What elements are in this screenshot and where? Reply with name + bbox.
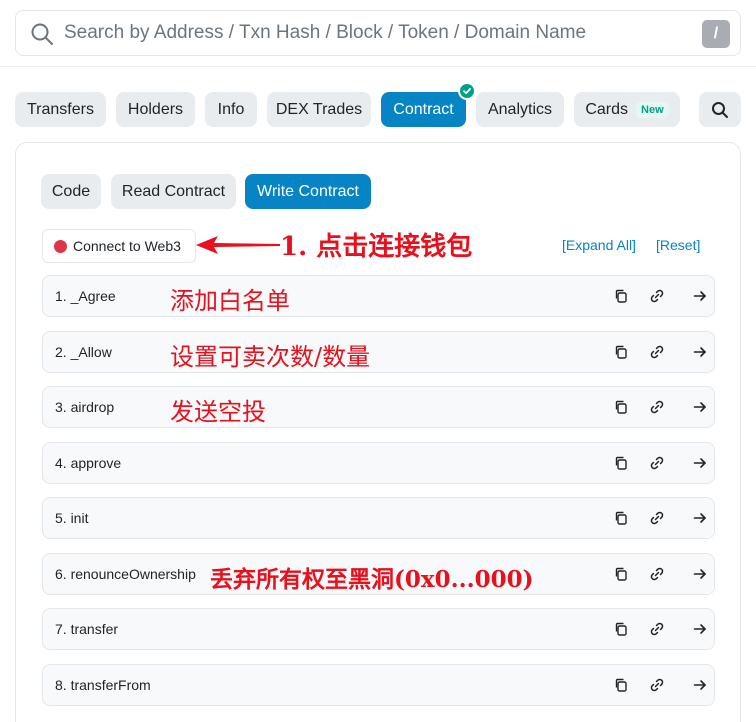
tab-search-button[interactable] (699, 92, 741, 127)
link-icon[interactable] (649, 399, 665, 415)
function-row[interactable]: 2. _Allow (42, 331, 715, 373)
arrow-right-icon[interactable] (692, 288, 708, 304)
arrow-right-icon[interactable] (692, 677, 708, 693)
function-row[interactable]: 3. airdrop (42, 386, 715, 428)
subtab-label: Code (51, 182, 91, 200)
copy-icon[interactable] (613, 399, 629, 415)
tab-label: Transfers (27, 100, 94, 118)
link-icon[interactable] (649, 344, 665, 360)
tab-dex-trades[interactable]: DEX Trades (267, 92, 371, 127)
function-label: 6. renounceOwnership (55, 566, 196, 582)
connect-web3-button[interactable]: Connect to Web3 (42, 229, 196, 263)
tab-label: Info (217, 100, 245, 118)
copy-icon[interactable] (613, 677, 629, 693)
arrow-right-icon[interactable] (692, 510, 708, 526)
expand-all-link[interactable]: [Expand All] (562, 237, 636, 253)
function-row[interactable]: 7. transfer (42, 608, 715, 650)
function-label: 3. airdrop (55, 399, 115, 415)
arrow-right-icon[interactable] (692, 455, 708, 471)
annotation-airdrop: 发送空投 (170, 398, 266, 426)
search-icon (31, 23, 53, 45)
tab-contract[interactable]: Contract (381, 82, 476, 127)
function-row[interactable]: 4. approve (42, 442, 715, 484)
function-label: 1. _Agree (55, 288, 116, 304)
link-icon[interactable] (649, 677, 665, 693)
link-icon[interactable] (649, 455, 665, 471)
arrow-right-icon[interactable] (692, 399, 708, 415)
tab-cards[interactable]: Cards New (574, 92, 680, 127)
annotation-allow: 设置可卖次数/数量 (170, 343, 371, 371)
header-divider (0, 66, 756, 67)
tab-label: Holders (127, 100, 184, 118)
function-row[interactable]: 1. _Agree (42, 275, 715, 317)
annotation-connect: 1. 点击连接钱包 (280, 232, 473, 262)
annotation-agree: 添加白名单 (170, 287, 290, 315)
function-label: 7. transfer (55, 621, 119, 637)
link-icon[interactable] (649, 288, 665, 304)
search-input[interactable] (64, 11, 664, 55)
connect-label: Connect to Web3 (73, 238, 181, 254)
search-shortcut-key: / (702, 20, 730, 48)
copy-icon[interactable] (613, 566, 629, 582)
tab-holders[interactable]: Holders (116, 92, 195, 127)
link-icon[interactable] (649, 566, 665, 582)
check-icon (458, 82, 476, 100)
new-badge: New (636, 101, 669, 118)
annotation-arrow-icon (196, 236, 280, 254)
arrow-right-icon[interactable] (692, 566, 708, 582)
copy-icon[interactable] (613, 621, 629, 637)
function-row[interactable]: 5. init (42, 497, 715, 539)
search-icon (712, 101, 728, 118)
search-bar[interactable]: / (15, 10, 741, 56)
link-icon[interactable] (649, 510, 665, 526)
tab-label: Analytics (487, 100, 553, 118)
tab-transfers[interactable]: Transfers (15, 92, 106, 127)
copy-icon[interactable] (613, 288, 629, 304)
copy-icon[interactable] (613, 510, 629, 526)
tab-label: Contract (393, 100, 454, 118)
copy-icon[interactable] (613, 455, 629, 471)
tab-label: DEX Trades (275, 100, 363, 118)
subtab-code[interactable]: Code (41, 174, 101, 209)
arrow-right-icon[interactable] (692, 344, 708, 360)
function-row[interactable]: 8. transferFrom (42, 664, 715, 706)
tab-info[interactable]: Info (205, 92, 257, 127)
subtab-write-contract[interactable]: Write Contract (245, 174, 371, 209)
tab-analytics[interactable]: Analytics (476, 92, 564, 127)
function-label: 2. _Allow (55, 344, 112, 360)
link-icon[interactable] (649, 621, 665, 637)
function-label: 5. init (55, 510, 89, 526)
subtab-label: Read Contract (121, 182, 226, 200)
subtab-label: Write Contract (257, 182, 359, 200)
function-label: 8. transferFrom (55, 677, 151, 693)
annotation-renounce: 丢弃所有权至黑洞(0x0...000) (210, 566, 534, 593)
reset-link[interactable]: [Reset] (656, 237, 700, 253)
subtab-read-contract[interactable]: Read Contract (111, 174, 236, 209)
status-dot-icon (54, 239, 67, 253)
tab-label: Cards (585, 100, 629, 118)
copy-icon[interactable] (613, 344, 629, 360)
arrow-right-icon[interactable] (692, 621, 708, 637)
function-label: 4. approve (55, 455, 122, 471)
